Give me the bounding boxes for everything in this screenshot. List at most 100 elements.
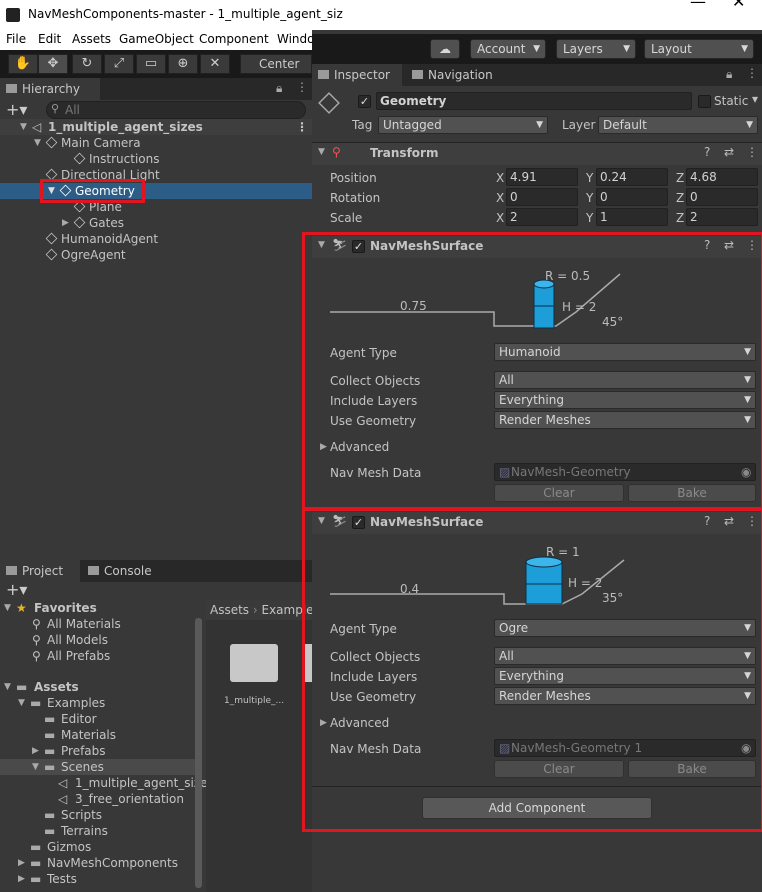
expand-arrow-icon[interactable]: ▼	[20, 119, 27, 135]
preset-icon[interactable]: ⇄	[724, 514, 734, 528]
object-name-field[interactable]: Geometry	[376, 92, 692, 110]
menu-window[interactable]: Windo	[277, 32, 315, 46]
breadcrumb-examples[interactable]: Example	[262, 603, 313, 617]
rotate-tool-icon[interactable]: ↻	[72, 54, 102, 74]
menu-component[interactable]: Component	[199, 32, 269, 46]
expand-arrow-icon[interactable]: ▶	[32, 743, 39, 759]
menu-gameobject[interactable]: GameObject	[119, 32, 194, 46]
layout-dropdown[interactable]: Layout ▼	[644, 39, 754, 59]
advanced-foldout[interactable]: Advanced	[330, 716, 389, 730]
more-icon[interactable]: ⋮	[746, 514, 758, 528]
hierarchy-item[interactable]: ▶ Gates	[0, 215, 312, 231]
advanced-foldout[interactable]: Advanced	[330, 440, 389, 454]
tab-hierarchy[interactable]: Hierarchy	[0, 78, 100, 100]
object-picker-icon[interactable]: ◉	[741, 740, 751, 756]
rotation-x-field[interactable]: 0	[506, 188, 578, 206]
expand-arrow-icon[interactable]: ▼	[318, 147, 325, 157]
agent-type-dropdown[interactable]: Ogre ▼	[494, 619, 756, 637]
assets-row[interactable]: ▼ ▬ Assets	[0, 679, 200, 695]
menu-file[interactable]: File	[6, 32, 26, 46]
list-item[interactable]: ▶ ▬ Tests	[0, 871, 200, 887]
expand-arrow-icon[interactable]: ▼	[32, 759, 39, 775]
hierarchy-search-input[interactable]: ⚲ All	[46, 101, 306, 119]
help-icon[interactable]: ?	[704, 238, 710, 252]
expand-arrow-icon[interactable]: ▼	[318, 240, 325, 250]
menu-assets[interactable]: Assets	[72, 32, 111, 46]
navmeshsurface-header[interactable]: ▼ ⛷ ✓ NavMeshSurface ? ⇄ ⋮	[312, 512, 762, 534]
clear-button[interactable]: Clear	[494, 760, 624, 778]
more-icon[interactable]: ⋮	[746, 238, 758, 252]
list-item[interactable]: ◁ 3_free_orientation	[0, 791, 200, 807]
more-icon[interactable]: ⋮	[746, 145, 758, 159]
layer-dropdown[interactable]: Default ▼	[598, 116, 758, 134]
transform-header[interactable]: ▼ ⚲ Transform ? ⇄ ⋮	[312, 143, 762, 165]
chevron-down-icon[interactable]: ▾	[752, 92, 758, 106]
scale-y-field[interactable]: 1	[596, 208, 668, 226]
list-item[interactable]: ◁ 1_multiple_agent_size	[0, 775, 208, 791]
expand-arrow-icon[interactable]: ▼	[4, 679, 11, 695]
expand-arrow-icon[interactable]: ▶	[18, 871, 25, 887]
rotation-y-field[interactable]: 0	[596, 188, 668, 206]
cloud-button[interactable]: ☁	[430, 39, 460, 59]
move-tool-icon[interactable]: ✥	[38, 54, 68, 74]
list-item[interactable]: ▬ Materials	[0, 727, 200, 743]
use-geometry-dropdown[interactable]: Render Meshes ▼	[494, 687, 756, 705]
list-item-selected[interactable]: ▼ ▬ Scenes	[0, 759, 200, 775]
more-icon[interactable]: ⋮	[296, 80, 308, 94]
tab-project[interactable]: Project	[0, 560, 80, 582]
layers-dropdown[interactable]: Layers ▼	[556, 39, 636, 59]
expand-arrow-icon[interactable]: ▶	[320, 442, 327, 452]
expand-arrow-icon[interactable]: ▼	[48, 183, 55, 199]
tab-console[interactable]: Console	[82, 560, 166, 582]
list-item[interactable]: ▼ ▬ Examples	[0, 695, 200, 711]
list-item[interactable]: ⚲ All Materials	[0, 616, 200, 632]
include-layers-dropdown[interactable]: Everything ▼	[494, 667, 756, 685]
list-item[interactable]: ▬ Editor	[0, 711, 200, 727]
scale-x-field[interactable]: 2	[506, 208, 578, 226]
tab-inspector[interactable]: Inspector	[312, 64, 402, 86]
preset-icon[interactable]: ⇄	[724, 238, 734, 252]
expand-arrow-icon[interactable]: ▼	[18, 695, 25, 711]
object-picker-icon[interactable]: ◉	[741, 464, 751, 480]
static-checkbox[interactable]	[698, 95, 711, 108]
expand-arrow-icon[interactable]: ▶	[320, 718, 327, 728]
hierarchy-item[interactable]: ▼ Main Camera	[0, 135, 312, 151]
lock-icon[interactable]: 🔒︎	[726, 67, 732, 82]
enabled-checkbox[interactable]: ✓	[352, 240, 365, 253]
menu-edit[interactable]: Edit	[38, 32, 61, 46]
expand-arrow-icon[interactable]: ▶	[62, 215, 69, 231]
hierarchy-item[interactable]: Instructions	[0, 151, 312, 167]
lock-icon[interactable]: 🔒︎	[276, 81, 282, 96]
expand-arrow-icon[interactable]: ▶	[18, 855, 25, 871]
hierarchy-item[interactable]: HumanoidAgent	[0, 231, 312, 247]
minimize-icon[interactable]: —	[690, 0, 706, 11]
custom-tool-icon[interactable]: ✕	[200, 54, 230, 74]
enabled-checkbox[interactable]: ✓	[352, 516, 365, 529]
expand-arrow-icon[interactable]: ▼	[318, 516, 325, 526]
navmeshsurface-header[interactable]: ▼ ⛷ ✓ NavMeshSurface ? ⇄ ⋮	[312, 236, 762, 258]
list-item[interactable]: ▶ ▬ Prefabs	[0, 743, 200, 759]
hierarchy-item[interactable]: Plane	[0, 199, 312, 215]
help-icon[interactable]: ?	[704, 514, 710, 528]
list-item[interactable]: ⚲ All Prefabs	[0, 648, 200, 664]
tab-navigation[interactable]: Navigation	[406, 64, 516, 86]
hierarchy-item[interactable]: Directional Light	[0, 167, 312, 183]
scale-z-field[interactable]: 2	[686, 208, 758, 226]
transform-tool-icon[interactable]: ⊕	[168, 54, 198, 74]
hierarchy-item-selected[interactable]: ▼ Geometry	[0, 183, 312, 199]
pivot-center-toggle[interactable]: Center	[240, 54, 312, 74]
account-dropdown[interactable]: Account ▼	[470, 39, 546, 59]
preset-icon[interactable]: ⇄	[724, 145, 734, 159]
position-z-field[interactable]: 4.68	[686, 168, 758, 186]
list-item[interactable]: ▶ ▬ NavMeshComponents	[0, 855, 200, 871]
breadcrumb-assets[interactable]: Assets	[210, 603, 249, 617]
list-item[interactable]: ▬ Gizmos	[0, 839, 200, 855]
tag-dropdown[interactable]: Untagged ▼	[378, 116, 548, 134]
list-item[interactable]: ▬ Terrains	[0, 823, 200, 839]
tree-scrollbar[interactable]	[195, 618, 202, 888]
scale-tool-icon[interactable]: ⤢	[104, 54, 134, 74]
create-plus-icon[interactable]: +▾	[6, 100, 27, 119]
more-icon[interactable]: ⋮	[746, 66, 758, 80]
rotation-z-field[interactable]: 0	[686, 188, 758, 206]
scene-row[interactable]: ▼ ◁ 1_multiple_agent_sizes ⋮	[0, 119, 312, 135]
